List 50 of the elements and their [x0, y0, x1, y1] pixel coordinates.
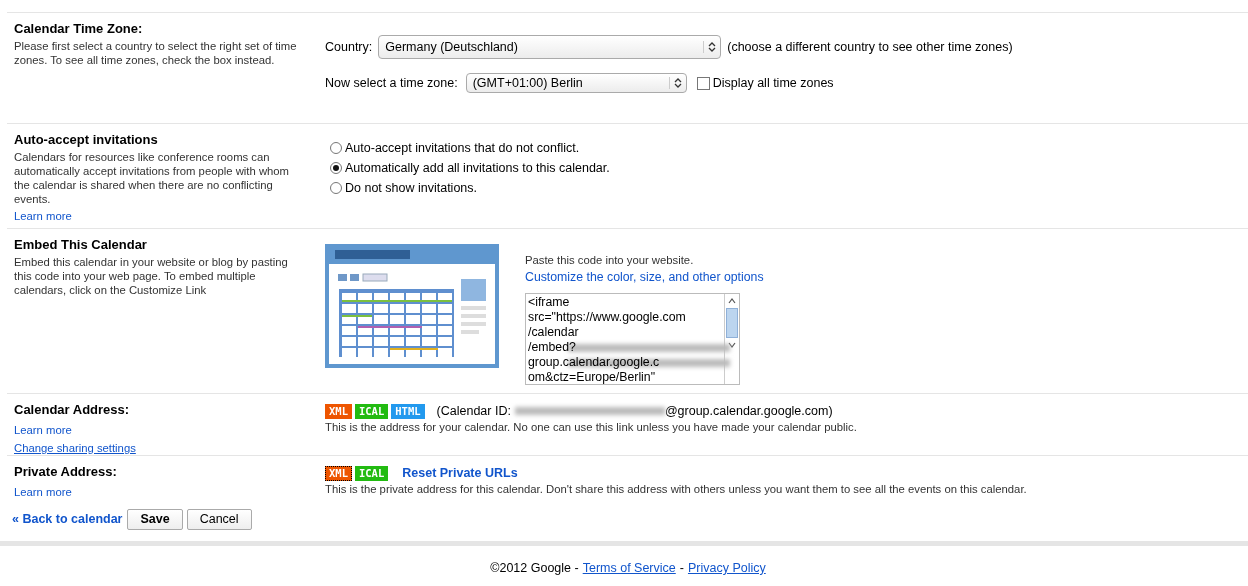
address-note: This is the address for your calendar. No one can use this link unless you have made your calendar public. [325, 420, 857, 434]
section-title: Calendar Time Zone: [14, 21, 144, 36]
radio-label: Do not show invitations. [345, 181, 477, 195]
save-button[interactable]: Save [127, 508, 183, 530]
radio-button[interactable] [330, 162, 342, 174]
feed-badge[interactable]: XML [325, 403, 352, 419]
embed-instruction: Paste this code into your website. [525, 253, 695, 267]
embed-code-field[interactable]: <iframe src="https://www.google.com /calendar /embed? group.calendar.google.c om&ctz=Europe/Berlin" [525, 293, 740, 385]
address-note: This is the private address for this calendar. Don't share this address with others unless you want them to see all the events on this calendar. [325, 482, 1027, 496]
radio-button[interactable] [330, 142, 342, 154]
back-link[interactable]: « Back to calendar [12, 512, 123, 526]
section-description: Embed this calendar in your website or blog by pasting this code into your web page. To embed multiple calendars, click on the Customize Link [14, 255, 289, 297]
updown-icon [703, 41, 717, 53]
radio-button[interactable] [330, 182, 342, 194]
copyright-text: ©2012 Google - [490, 561, 579, 575]
code-line: om&ctz=Europe/Berlin" [528, 370, 657, 384]
radio-label: Automatically add all invitations to this calendar. [345, 161, 610, 175]
checkbox-label: Display all time zones [712, 76, 834, 90]
reset-link[interactable]: Reset Private URLs [402, 466, 518, 480]
section-title: Private Address: [14, 464, 118, 479]
section-title: Calendar Address: [14, 402, 131, 417]
section-title: Embed This Calendar [14, 237, 148, 252]
section-title: Auto-accept invitations [14, 132, 159, 147]
code-line: <iframe [528, 295, 571, 310]
country-hint: (choose a different country to see other time zones) [727, 40, 1013, 54]
learn-link[interactable]: Change sharing settings [14, 442, 136, 454]
separator-text: - [679, 561, 684, 575]
radio-label: Auto-accept invitations that do not conflict. [345, 141, 580, 155]
country-select[interactable]: Germany (Deutschland) [378, 35, 722, 59]
privacy-link[interactable]: Privacy Policy [687, 561, 766, 575]
learn-link[interactable]: Learn more [14, 210, 72, 222]
checkbox[interactable] [696, 76, 710, 90]
terms-link[interactable]: Terms of Service [582, 561, 676, 575]
timezone-select[interactable]: (GMT+01:00) Berlin [465, 73, 687, 93]
country-label: Country: [325, 40, 373, 54]
timezone-label: Now select a time zone: [325, 76, 458, 90]
code-line: src="https://www.google.com [528, 310, 687, 325]
cancel-button[interactable]: Cancel [186, 508, 252, 530]
code-line: group.calendar.google.c [528, 355, 722, 370]
section-description: Please first select a country to select the right set of time zones. To see all time zones, check the box instead. [14, 39, 298, 67]
calendar-id-text: (Calendar ID: @group.calendar.google.com) [436, 404, 833, 418]
code-line: /calendar [528, 325, 580, 340]
code-line: /embed? [528, 340, 722, 355]
learn-link[interactable]: Learn more [14, 424, 72, 436]
feed-badge[interactable]: XML [325, 465, 352, 481]
learn-link[interactable]: Learn more [14, 486, 72, 498]
scrollbar[interactable] [724, 294, 739, 384]
updown-icon [668, 77, 682, 89]
section-description: Calendars for resources like conference rooms can automatically accept invitations from people with whom the calendar is shared when there are no conflicting events. [14, 150, 291, 206]
customize-link[interactable]: Customize the color, size, and other options [525, 270, 764, 284]
